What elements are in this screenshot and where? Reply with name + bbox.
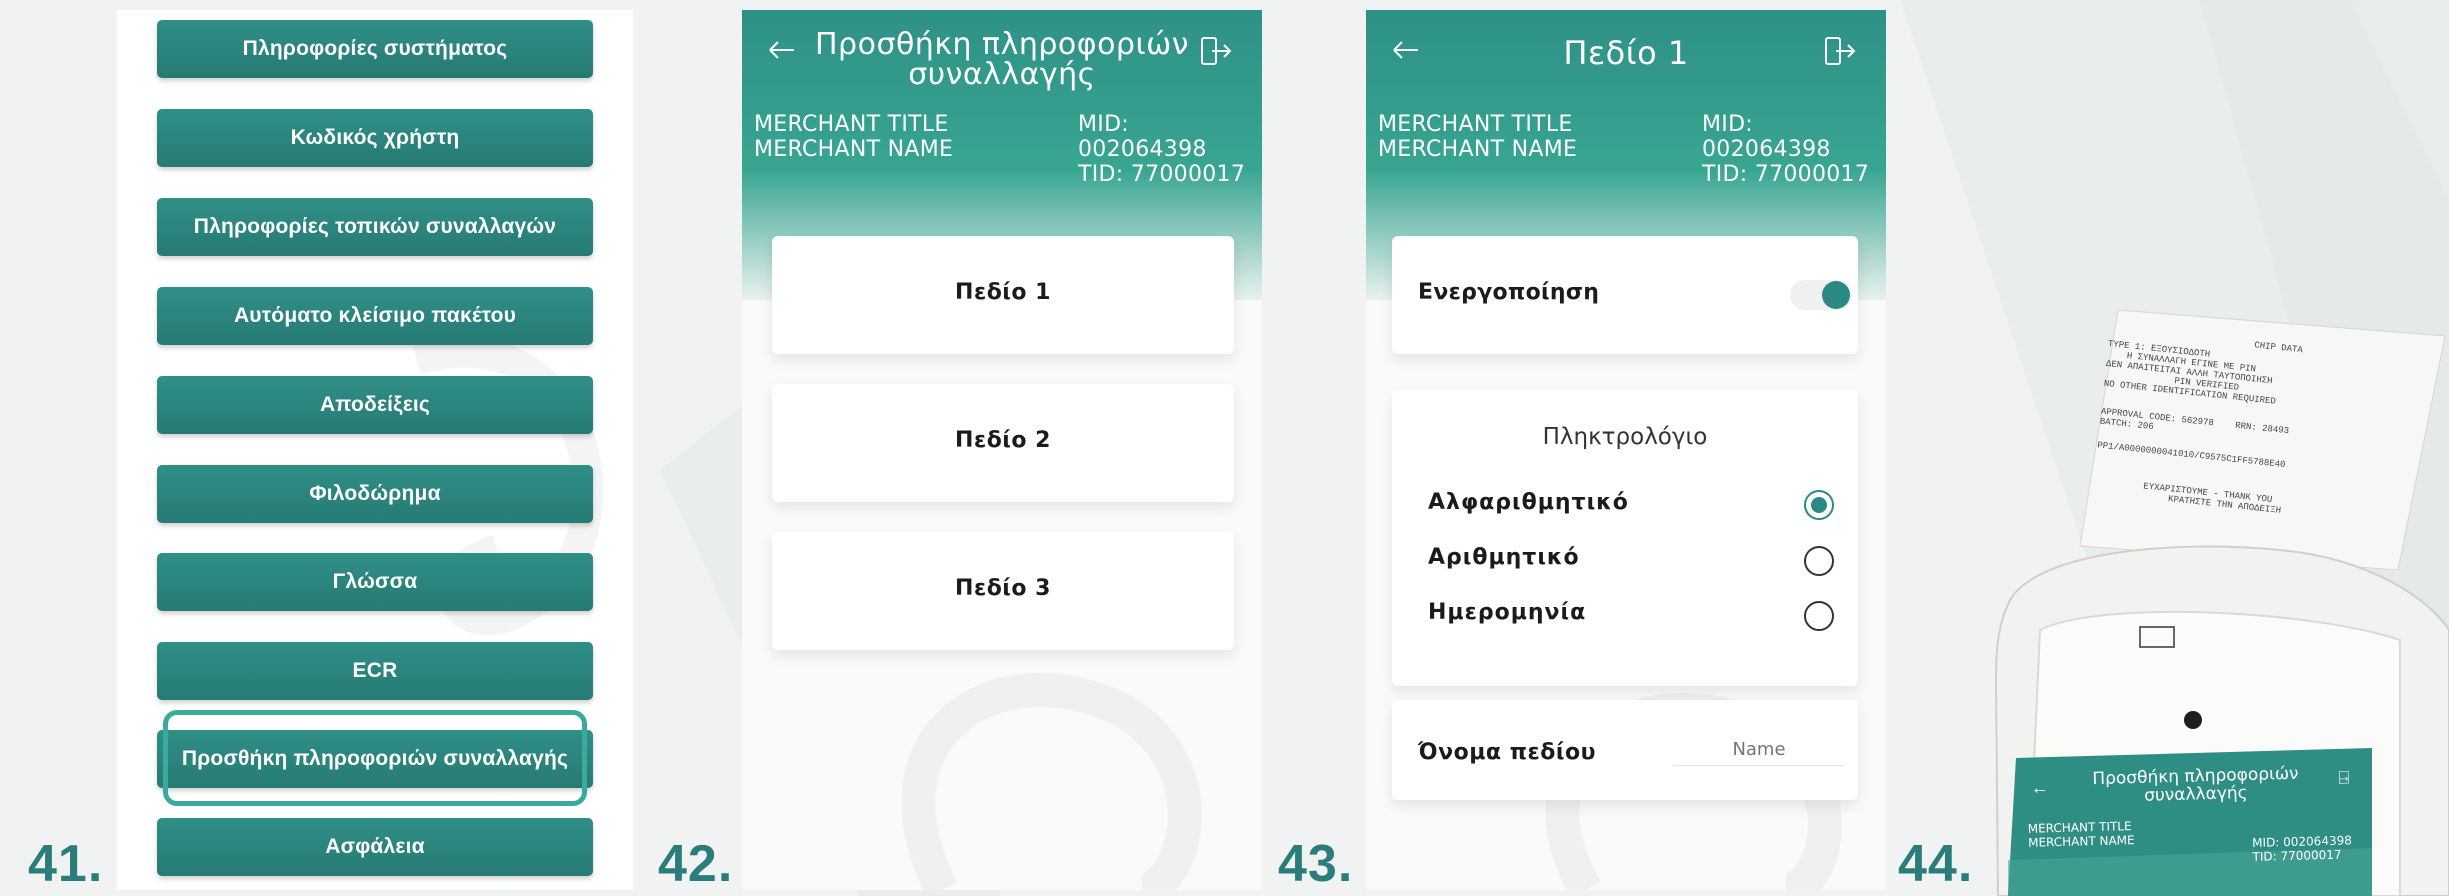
terminal-ids: MID: 002064398 TID: 77000017 [1702,112,1886,187]
step-number-41: 41. [28,835,104,893]
back-arrow-icon[interactable] [766,34,798,72]
menu-item-system-info[interactable]: Πληροφορίες συστήματος [157,20,593,78]
field-2-label: Πεδίο 2 [955,428,1051,453]
settings-menu-screen: Πληροφορίες συστήματος Κωδικός χρήστη Πλ… [117,10,633,890]
radio-alphanumeric[interactable] [1804,490,1834,520]
radio-numeric[interactable] [1804,546,1834,576]
merchant-info: MERCHANT TITLE MERCHANT NAME [754,112,953,162]
field-name-label: Όνομα πεδίου [1418,740,1596,765]
logout-icon[interactable] [1198,34,1232,74]
transaction-info-fields-screen: Προσθήκη πληροφοριών συναλλαγής MERCHANT… [742,10,1262,890]
merchant-info: MERCHANT TITLE MERCHANT NAME [1378,112,1577,162]
keyboard-option-numeric: Αριθμητικό [1428,545,1580,570]
printer-illustration: CHIP DATA TYPE 1: ΕΞΟΥΣΙΟΔΟΤΗ Η ΣΥΝΑΛΛΑΓ… [1980,300,2449,896]
back-arrow-icon[interactable] [1390,34,1422,72]
menu-item-language[interactable]: Γλώσσα [157,553,593,611]
menu-item-security[interactable]: Ασφάλεια [157,818,593,876]
field-name-input[interactable] [1674,734,1844,766]
device-title: Προσθήκη πληροφοριών συναλλαγής [2070,764,2321,807]
receipt-text: CHIP DATA TYPE 1: ΕΞΟΥΣΙΟΔΟΤΗ Η ΣΥΝΑΛΛΑΓ… [2085,325,2448,599]
step-number-42: 42. [658,835,734,893]
merchant-name: MERCHANT NAME [1378,137,1578,162]
menu-item-tip[interactable]: Φιλοδώρημα [157,465,593,523]
step-number-44: 44. [1898,835,1974,893]
selected-item-highlight [163,710,587,806]
field-3-card[interactable]: Πεδίο 3 [772,532,1234,650]
keyboard-option-alphanumeric: Αλφαριθμητικό [1428,490,1629,515]
device-screen: ← Προσθήκη πληροφοριών συναλλαγής ⍈ MERC… [2020,753,2375,892]
merchant-title: MERCHANT TITLE [754,112,949,137]
device-merchant-info: MERCHANT TITLE MERCHANT NAME [2028,819,2135,850]
field-1-card[interactable]: Πεδίο 1 [772,236,1234,354]
merchant-name: MERCHANT NAME [2027,833,2135,850]
field-settings-screen: Πεδίο 1 MERCHANT TITLE MERCHANT NAME MID… [1366,10,1886,890]
terminal-ids: MID: 002064398 TID: 77000017 [1078,112,1262,187]
keyboard-card: Πληκτρολόγιο Αλφαριθμητικό Αριθμητικό Ημ… [1392,390,1858,686]
terminal-id: TID: 77000017 [1078,162,1246,187]
merchant-id: MID: 002064398 [1078,112,1207,162]
page-title: Προσθήκη πληροφοριών συναλλαγής [802,30,1202,90]
radio-date[interactable] [1804,601,1834,631]
page-title-line2: συναλλαγής [908,57,1096,92]
keyboard-option-date: Ημερομηνία [1428,600,1587,625]
keyboard-title: Πληκτρολόγιο [1542,424,1708,450]
field-1-label: Πεδίο 1 [955,280,1051,305]
menu-item-ecr[interactable]: ECR [157,642,593,700]
menu-item-local-transactions[interactable]: Πληροφορίες τοπικών συναλλαγών [157,198,593,256]
toggle-knob [1822,281,1850,309]
merchant-name: MERCHANT NAME [754,137,954,162]
enable-label: Ενεργοποίηση [1418,280,1600,305]
enable-card: Ενεργοποίηση [1392,236,1858,354]
page-title-line1: Προσθήκη πληροφοριών [814,27,1189,62]
field-3-label: Πεδίο 3 [955,576,1051,601]
terminal-id: TID: 77000017 [1702,162,1870,187]
menu-item-receipts[interactable]: Αποδείξεις [157,376,593,434]
enable-toggle[interactable] [1790,280,1852,310]
device-terminal-ids: MID: 002064398 TID: 77000017 [2252,833,2352,864]
logout-icon: ⍈ [2338,767,2350,788]
menu-item-user-code[interactable]: Κωδικός χρήστη [157,109,593,167]
merchant-title: MERCHANT TITLE [1378,112,1573,137]
field-name-card: Όνομα πεδίου [1392,700,1858,800]
field-2-card[interactable]: Πεδίο 2 [772,384,1234,502]
logout-icon[interactable] [1822,34,1856,74]
terminal-id: TID: 77000017 [2252,847,2342,864]
step-number-43: 43. [1278,835,1354,893]
merchant-id: MID: 002064398 [1702,112,1831,162]
page-title: Πεδίο 1 [1563,34,1689,72]
back-arrow-icon: ← [2030,777,2049,798]
menu-item-auto-batch-close[interactable]: Αυτόματο κλείσιμο πακέτου [157,287,593,345]
